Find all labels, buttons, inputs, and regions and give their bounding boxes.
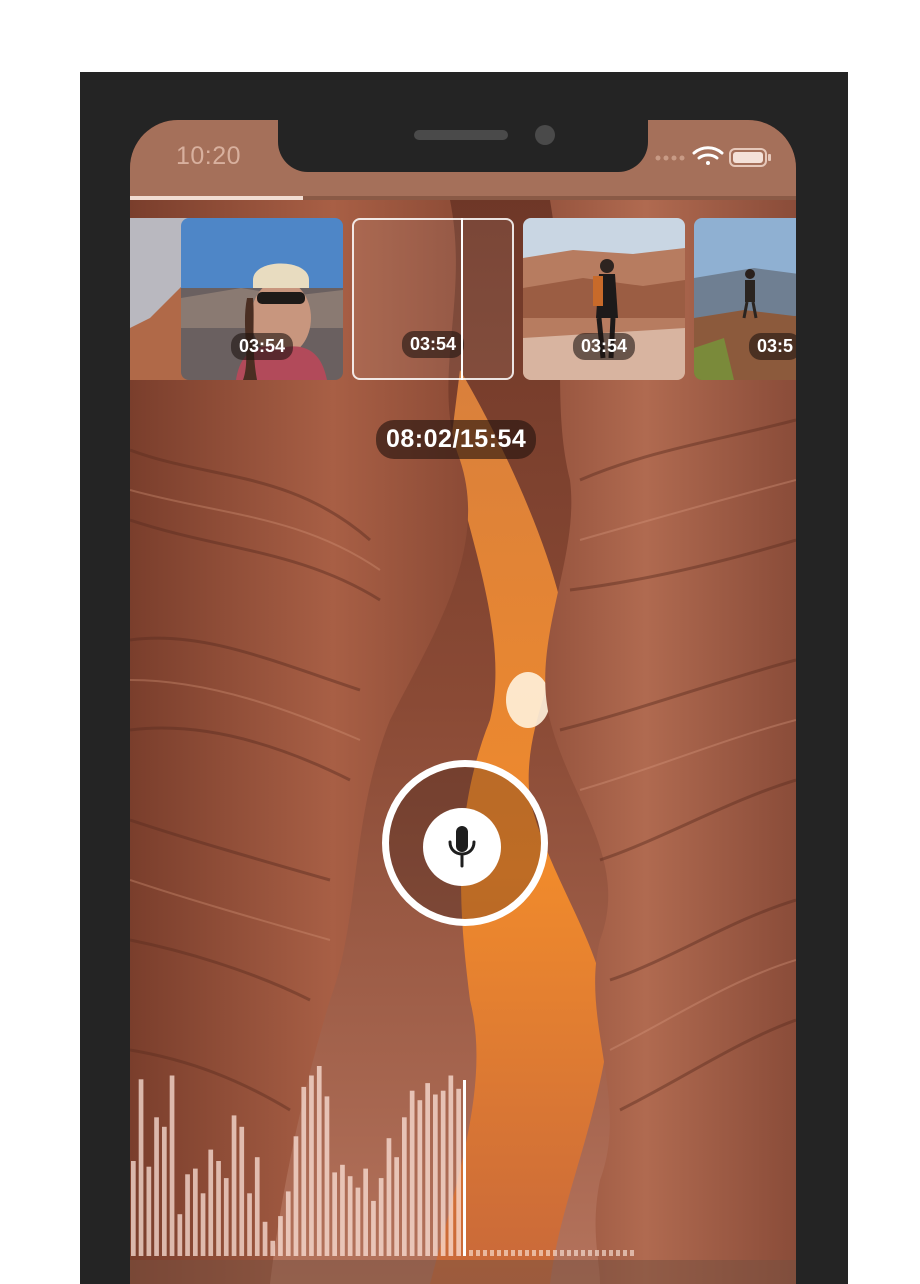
wifi-icon: [692, 146, 724, 165]
waveform-bar: [456, 1088, 461, 1256]
microphone-icon: [448, 826, 476, 868]
waveform-playhead[interactable]: [463, 1080, 466, 1256]
waveform-bar: [386, 1138, 392, 1256]
audio-waveform[interactable]: [130, 1060, 796, 1260]
waveform-bar: [309, 1075, 314, 1256]
waveform-bar-unplayed: [511, 1250, 515, 1256]
waveform-bar: [138, 1079, 144, 1256]
waveform-bar-unplayed: [602, 1250, 606, 1256]
waveform-bar: [247, 1193, 252, 1256]
waveform-bar: [216, 1161, 221, 1256]
waveform-bar: [347, 1176, 353, 1256]
waveform-bar-unplayed: [588, 1250, 592, 1256]
waveform-bar: [162, 1126, 167, 1256]
waveform-bar: [270, 1240, 276, 1256]
waveform-bar-unplayed: [497, 1250, 501, 1256]
waveform-bar: [285, 1191, 291, 1256]
clip-thumbnail[interactable]: 03:54: [523, 218, 685, 380]
clip-duration: 03:54: [401, 331, 465, 358]
waveform-bar-unplayed: [581, 1250, 585, 1256]
waveform-bar: [355, 1187, 361, 1256]
signal-dots-icon: [655, 155, 685, 161]
waveform-bar: [433, 1094, 438, 1256]
waveform-bar: [146, 1166, 152, 1256]
front-camera: [535, 125, 555, 145]
waveform-bar: [316, 1066, 322, 1256]
status-bar: 10:20: [130, 120, 796, 196]
clip-thumbnail[interactable]: 03:54: [181, 218, 343, 380]
clip-thumbnail[interactable]: 03:5: [694, 218, 796, 380]
waveform-bar: [239, 1126, 245, 1256]
waveform-bar: [425, 1083, 430, 1256]
waveform-bar: [417, 1100, 423, 1256]
waveform-bar: [332, 1172, 337, 1256]
waveform-bar: [231, 1115, 237, 1256]
waveform-bar: [293, 1136, 299, 1256]
waveform-bar: [324, 1096, 330, 1256]
waveform-bar-unplayed: [532, 1250, 536, 1256]
waveform-bar-unplayed: [518, 1250, 522, 1256]
waveform-bar-unplayed: [483, 1250, 487, 1256]
waveform-bar-unplayed: [616, 1250, 620, 1256]
clip-strip-playhead[interactable]: [461, 218, 463, 380]
video-progress-fill: [130, 196, 304, 200]
waveform-bar: [371, 1200, 376, 1256]
waveform-bar: [448, 1075, 454, 1256]
waveform-bar-unplayed: [490, 1250, 494, 1256]
waveform-bar: [254, 1157, 260, 1256]
waveform-bar-unplayed: [525, 1250, 529, 1256]
waveform-bar-unplayed: [504, 1250, 508, 1256]
status-icons: [655, 146, 771, 167]
waveform-bar: [200, 1193, 206, 1256]
waveform-bar-unplayed: [574, 1250, 578, 1256]
waveform-bar: [363, 1168, 368, 1256]
battery-icon: [729, 148, 771, 167]
device-notch: [278, 120, 648, 172]
waveform-bar-unplayed: [469, 1250, 473, 1256]
speaker-grille: [414, 130, 508, 140]
waveform-bar-unplayed: [609, 1250, 613, 1256]
bottom-toolbar: [130, 1260, 796, 1284]
waveform-bar-unplayed: [560, 1250, 564, 1256]
waveform-bar: [440, 1090, 446, 1256]
waveform-bar: [193, 1168, 198, 1256]
waveform-bar: [340, 1164, 345, 1256]
waveform-bar: [131, 1161, 136, 1256]
waveform-bar: [394, 1157, 399, 1256]
waveform-bar-unplayed: [630, 1250, 634, 1256]
record-button-core[interactable]: [423, 808, 501, 886]
waveform-bar-unplayed: [546, 1250, 550, 1256]
waveform-bar-unplayed: [553, 1250, 557, 1256]
waveform-bar-unplayed: [539, 1250, 543, 1256]
phone-screen: 10:20 03:54 03:54 03:54 03:5 08:02/15:54: [130, 120, 796, 1284]
waveform-bar: [378, 1178, 384, 1256]
waveform-bar: [154, 1117, 159, 1256]
waveform-bar: [278, 1216, 283, 1256]
clip-duration: 03:5: [748, 333, 796, 360]
waveform-bar: [177, 1214, 183, 1256]
waveform-bar-unplayed: [567, 1250, 571, 1256]
waveform-bar: [402, 1117, 407, 1256]
waveform-bar: [223, 1178, 229, 1256]
waveform-bar: [185, 1174, 190, 1256]
clip-duration: 03:54: [572, 333, 636, 360]
clip-duration: 03:54: [230, 333, 294, 360]
waveform-bar-unplayed: [623, 1250, 627, 1256]
status-time: 10:20: [176, 142, 242, 170]
waveform-bar: [169, 1075, 175, 1256]
waveform-bar: [301, 1086, 307, 1256]
waveform-bar: [262, 1221, 268, 1256]
video-progress-bar[interactable]: [130, 196, 796, 200]
waveform-bar: [409, 1090, 415, 1256]
waveform-bar-unplayed: [476, 1250, 480, 1256]
clip-thumbnail-current[interactable]: 03:54: [352, 218, 514, 380]
timecode-label: 08:02/15:54: [376, 420, 537, 459]
waveform-bar: [208, 1149, 214, 1256]
waveform-bar-unplayed: [595, 1250, 599, 1256]
